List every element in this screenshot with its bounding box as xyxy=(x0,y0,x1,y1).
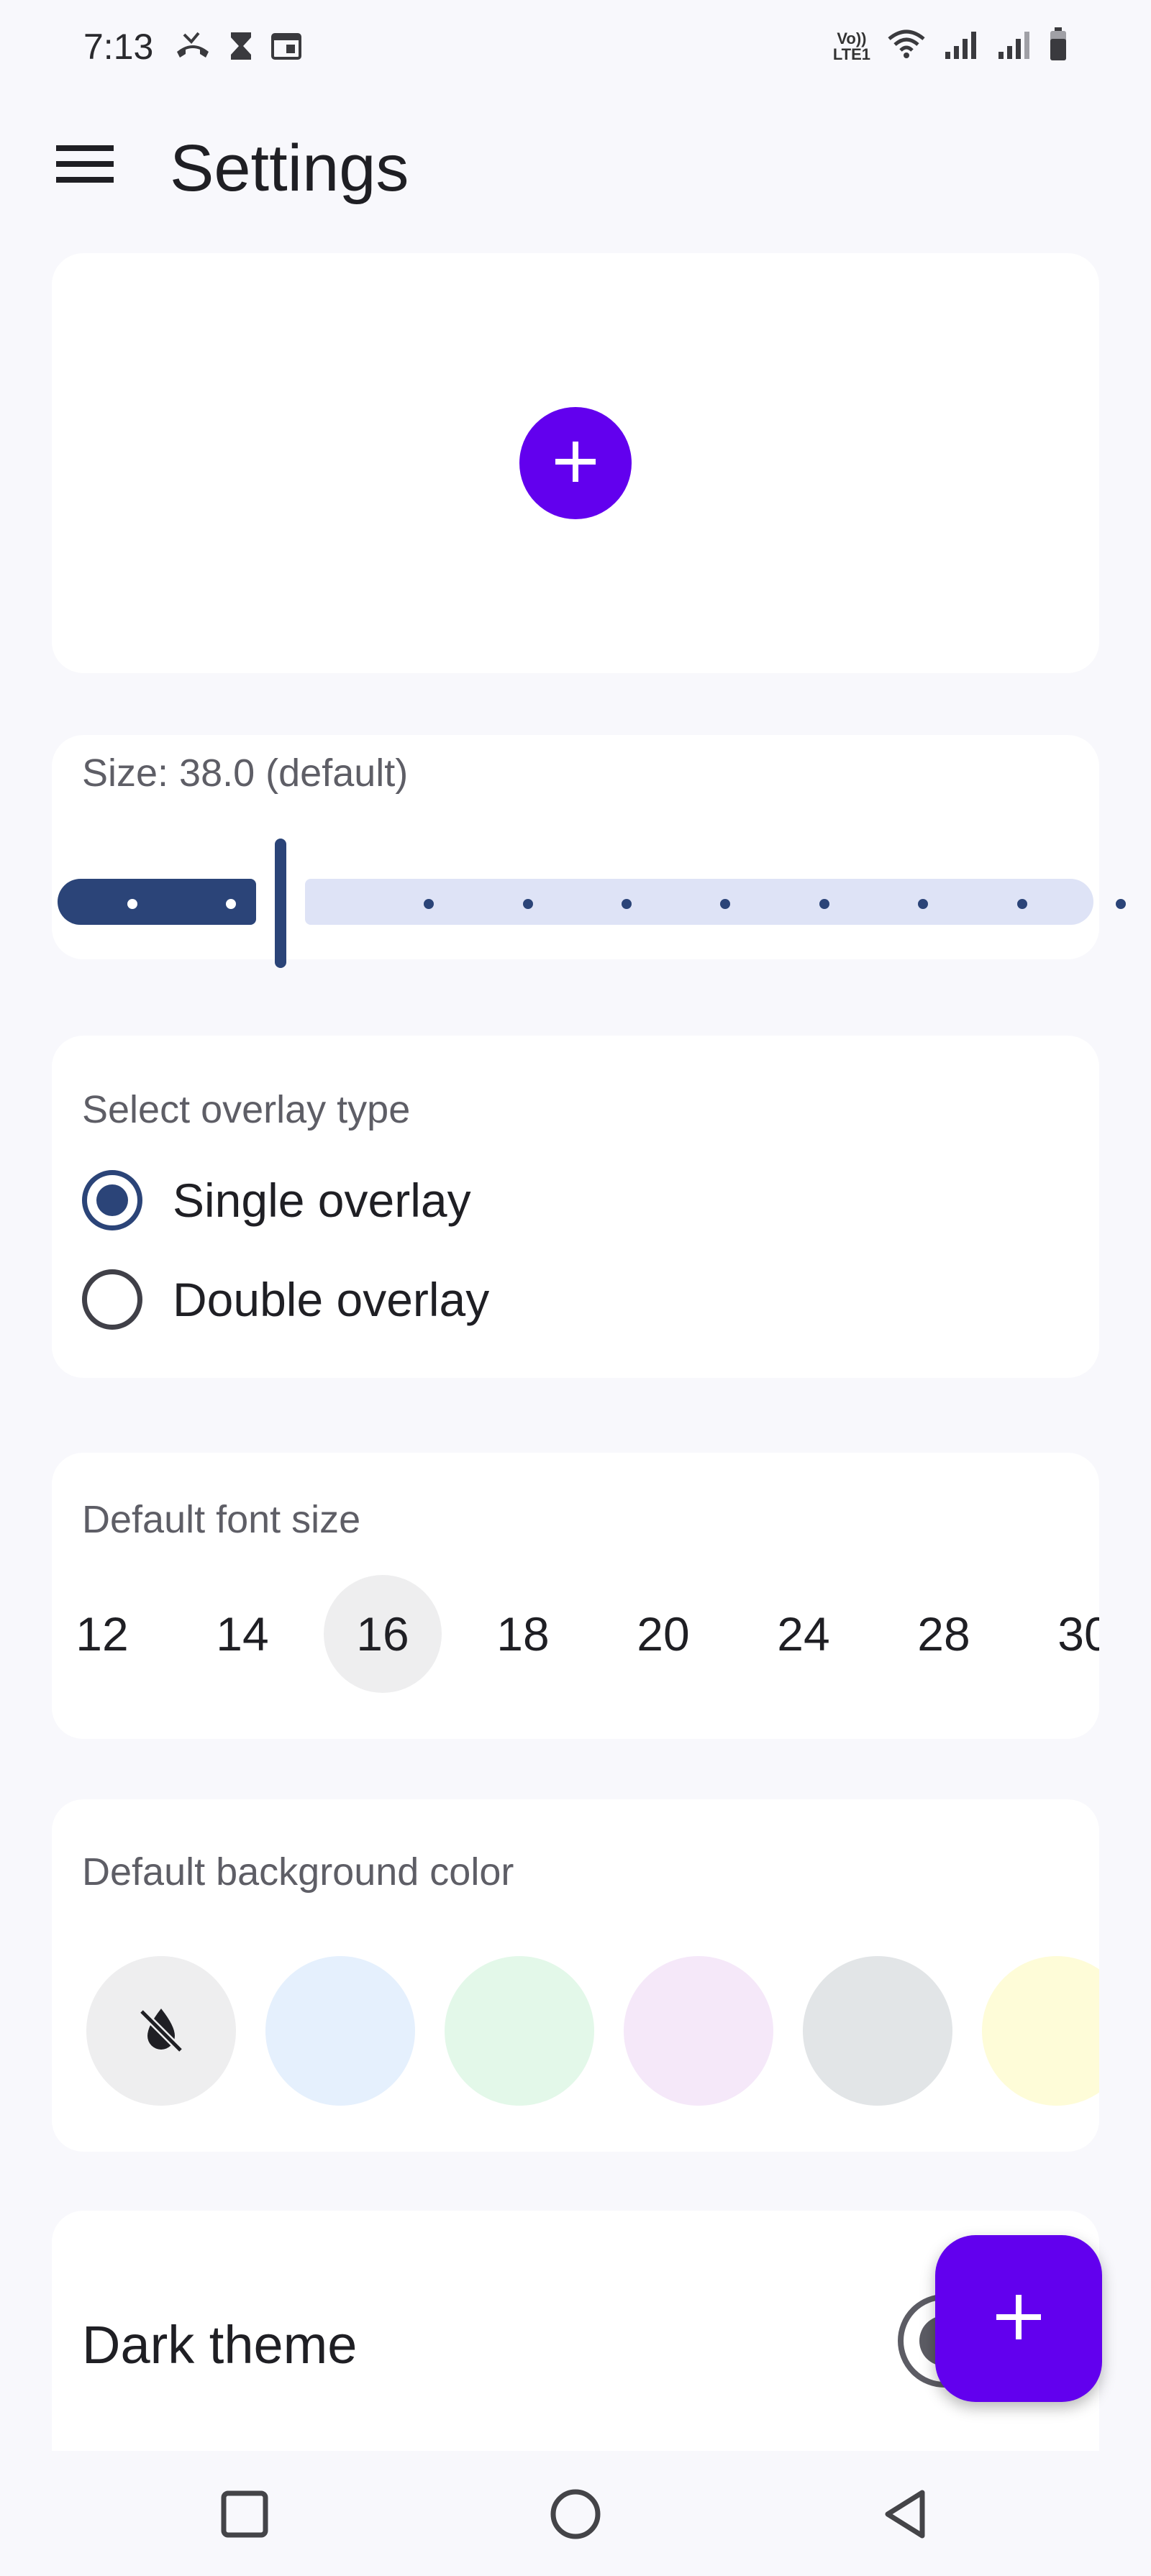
size-slider[interactable] xyxy=(58,821,1126,968)
hourglass-icon xyxy=(229,30,253,65)
color-swatch-purple[interactable] xyxy=(624,1956,773,2106)
signal-sim2-icon xyxy=(996,29,1033,64)
slider-thumb[interactable] xyxy=(275,839,286,968)
font-size-chip[interactable]: 14 xyxy=(183,1575,301,1693)
size-setting-card: Size: 38.0 (default) xyxy=(52,735,1126,968)
radio-single-overlay[interactable]: Single overlay xyxy=(82,1161,471,1240)
color-swatch-none[interactable] xyxy=(86,1956,236,2106)
font-size-chip[interactable]: 12 xyxy=(52,1575,161,1693)
font-size-card: Default font size 12 14 16 18 20 24 28 3… xyxy=(52,1453,1099,1739)
slider-tick xyxy=(819,899,829,909)
slider-tick xyxy=(127,899,137,909)
background-color-label: Default background color xyxy=(82,1850,514,1894)
menu-icon xyxy=(56,142,114,189)
font-size-chip-selected[interactable]: 16 xyxy=(324,1575,442,1693)
dark-theme-label: Dark theme xyxy=(82,2315,358,2375)
radio-label-single: Single overlay xyxy=(173,1174,471,1227)
back-button[interactable] xyxy=(863,2472,950,2559)
status-right-icons: Vo)) LTE1 xyxy=(833,27,1068,65)
recents-icon xyxy=(219,2489,270,2543)
volte-icon: Vo)) LTE1 xyxy=(832,29,870,63)
status-bar: 7:13 Vo)) LTE1 xyxy=(0,0,1151,93)
menu-button[interactable] xyxy=(43,124,127,207)
preview-add-button[interactable] xyxy=(519,407,632,519)
plus-icon xyxy=(552,439,599,488)
font-size-chip[interactable]: 30 xyxy=(1025,1575,1099,1693)
color-swatch-gray[interactable] xyxy=(803,1956,952,2106)
color-swatch-green[interactable] xyxy=(445,1956,594,2106)
background-color-card: Default background color xyxy=(52,1799,1099,2152)
overlay-type-label: Select overlay type xyxy=(82,1088,411,1131)
size-label: Size: 38.0 (default) xyxy=(82,752,409,795)
recents-button[interactable] xyxy=(201,2472,288,2559)
overlay-type-card: Select overlay type Single overlay Doubl… xyxy=(52,1036,1099,1378)
no-color-drop-icon xyxy=(136,2004,186,2058)
radio-button-checked[interactable] xyxy=(82,1170,142,1230)
font-size-chips: 12 14 16 18 20 24 28 30 xyxy=(52,1575,1099,1694)
status-time: 7:13 xyxy=(83,27,154,67)
calendar-icon xyxy=(270,32,302,64)
font-size-chip[interactable]: 20 xyxy=(604,1575,722,1693)
home-button[interactable] xyxy=(532,2472,619,2559)
radio-label-double: Double overlay xyxy=(173,1273,490,1326)
missed-call-icon xyxy=(174,30,211,65)
back-icon xyxy=(881,2488,932,2544)
color-swatch-yellow[interactable] xyxy=(982,1956,1099,2106)
wifi-icon xyxy=(886,29,927,64)
app-bar: Settings xyxy=(0,93,1151,237)
plus-icon xyxy=(993,2292,1044,2346)
battery-icon xyxy=(1049,27,1068,65)
status-left-icons xyxy=(174,30,302,65)
slider-tick xyxy=(622,899,632,909)
slider-tick xyxy=(1116,899,1126,909)
page-title: Settings xyxy=(170,132,409,205)
color-swatch-blue[interactable] xyxy=(265,1956,415,2106)
slider-tick xyxy=(1016,899,1027,909)
font-size-label: Default font size xyxy=(82,1498,361,1541)
font-size-chip[interactable]: 24 xyxy=(745,1575,863,1693)
signal-sim1-icon xyxy=(942,29,980,64)
add-fab-button[interactable] xyxy=(935,2235,1102,2402)
slider-tick xyxy=(522,899,533,909)
font-size-chip[interactable]: 28 xyxy=(885,1575,1003,1693)
home-icon xyxy=(548,2487,603,2545)
system-nav-bar xyxy=(0,2451,1151,2576)
font-size-chip[interactable]: 18 xyxy=(464,1575,582,1693)
radio-double-overlay[interactable]: Double overlay xyxy=(82,1260,489,1339)
radio-button-unchecked[interactable] xyxy=(82,1269,142,1330)
overlay-preview-card xyxy=(52,253,1099,673)
color-swatches xyxy=(52,1956,1099,2107)
